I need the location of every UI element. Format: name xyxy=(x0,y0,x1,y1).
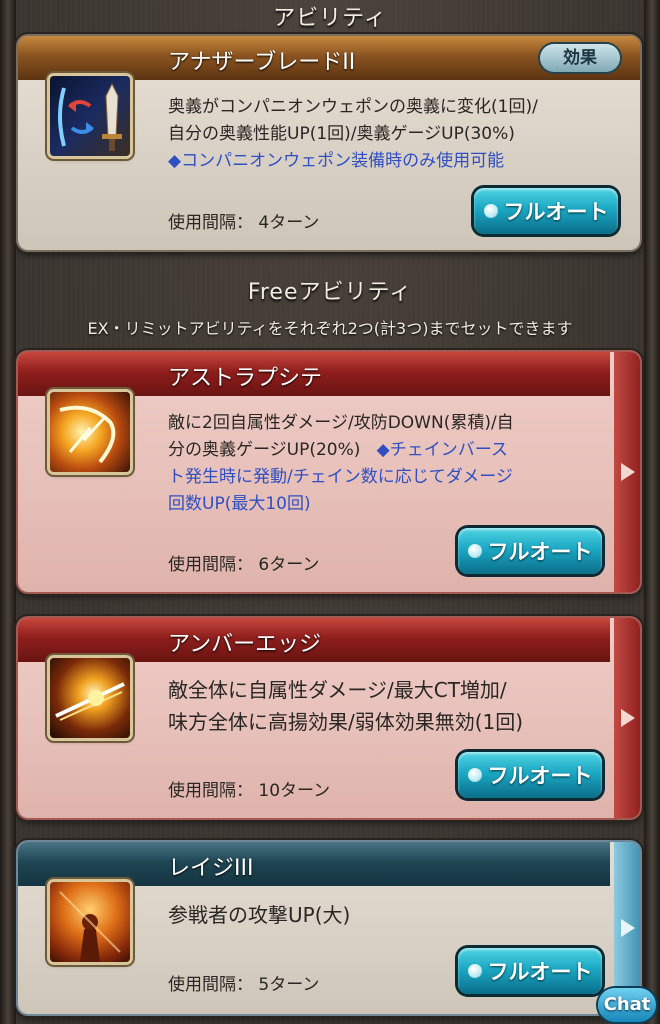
amber-edge-icon xyxy=(50,658,130,738)
cooldown-text: 使用間隔： 5ターン xyxy=(168,975,320,995)
ability-description: 奥義がコンパニオンウェポンの奥義に変化(1回)/ 自分の奥義性能UP(1回)/奥… xyxy=(168,94,618,175)
right-frame xyxy=(644,0,660,1024)
rage-icon xyxy=(50,882,130,962)
full-auto-button[interactable]: フルオート xyxy=(458,948,602,994)
arrow-right-icon xyxy=(621,709,635,727)
ability-name: アンバーエッジ xyxy=(168,632,322,657)
cooldown-text: 使用間隔： 10ターン xyxy=(168,781,331,801)
cooldown-text: 使用間隔： 4ターン xyxy=(168,213,320,233)
ability-section-title: アビリティ xyxy=(273,6,387,31)
expand-tab[interactable] xyxy=(614,352,640,592)
free-ability-subtitle: EX・リミットアビリティをそれぞれ2つ(計3つ)までセットできます xyxy=(87,319,573,338)
ability-description: 敵全体に自属性ダメージ/最大CT増加/ 味方全体に高揚効果/弱体効果無効(1回) xyxy=(168,678,524,734)
ability-card-rage[interactable]: レイジIII 参戦者の攻撃UP(大) 使用間隔： 5ターン フルオート xyxy=(18,842,640,1014)
full-auto-button[interactable]: フルオート xyxy=(458,752,602,798)
full-auto-button[interactable]: フルオート xyxy=(458,528,602,574)
ability-note: ◆コンパニオンウェポン装備時のみ使用可能 xyxy=(168,151,505,171)
ability-description: 参戦者の攻撃UP(大) xyxy=(168,903,351,927)
toggle-dot-icon xyxy=(467,964,482,978)
ability-card-amber-edge[interactable]: アンバーエッジ 敵全体に自属性ダメージ/最大CT増加/ 味方全体に高揚効果/弱体… xyxy=(18,618,640,818)
sword-swap-icon xyxy=(50,76,130,156)
arrow-right-icon xyxy=(621,919,635,937)
ability-name: レイジIII xyxy=(168,856,254,881)
left-frame xyxy=(0,0,16,1024)
ability-card-astrapsite[interactable]: アストラプシテ 敵に2回自属性ダメージ/攻防DOWN(累積)/自 分の奥義ゲージ… xyxy=(18,352,640,592)
toggle-dot-icon xyxy=(483,204,498,218)
ability-note: ◆チェインバース xyxy=(376,440,508,460)
cooldown-text: 使用間隔： 6ターン xyxy=(168,555,320,575)
toggle-dot-icon xyxy=(467,544,482,558)
arrow-right-icon xyxy=(621,463,635,481)
toggle-dot-icon xyxy=(467,768,482,782)
free-ability-section-title: Freeアビリティ xyxy=(247,280,413,305)
effect-button[interactable]: 効果 xyxy=(540,44,620,72)
lightning-slash-icon xyxy=(50,392,130,472)
expand-tab[interactable] xyxy=(614,618,640,818)
ability-name: アナザーブレードII xyxy=(168,50,356,75)
chat-button[interactable]: Chat xyxy=(598,988,656,1022)
full-auto-button[interactable]: フルオート xyxy=(474,188,618,234)
ability-card-another-blade[interactable]: アナザーブレードII 効果 奥義がコンパニオンウェポンの奥義に変化(1回)/ 自… xyxy=(18,36,640,250)
card-header xyxy=(18,842,610,886)
ability-name: アストラプシテ xyxy=(168,366,323,391)
ability-description: 敵に2回自属性ダメージ/攻防DOWN(累積)/自 分の奥義ゲージUP(20%) … xyxy=(168,413,514,514)
